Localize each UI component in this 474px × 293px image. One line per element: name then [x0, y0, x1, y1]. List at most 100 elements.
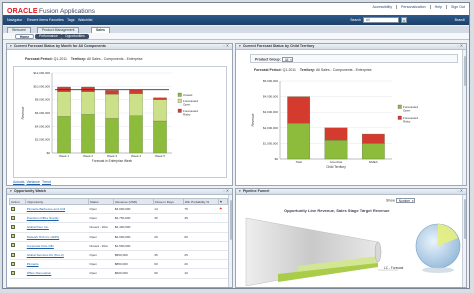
- action-icon[interactable]: [10, 224, 15, 229]
- bar-forecasted-risky[interactable]: [105, 90, 119, 95]
- panel-menu-icon[interactable]: ▫ ✕: [223, 189, 229, 195]
- collapse-icon[interactable]: ▾: [10, 44, 12, 48]
- favorites-menu[interactable]: Favorites: [49, 18, 64, 22]
- sign-out-link[interactable]: Sign Out: [451, 5, 465, 9]
- recent-items-menu[interactable]: Recent Items: [27, 18, 48, 22]
- accessibility-link[interactable]: Accessibility: [372, 5, 392, 9]
- collapse-icon[interactable]: ▾: [10, 189, 12, 193]
- opportunity-name-link-wrap[interactable]: Precision Office Supply: [25, 213, 89, 224]
- action-icon[interactable]: [10, 261, 15, 266]
- bar-forecasted-open[interactable]: [287, 122, 311, 160]
- table-row[interactable]: Network Hub Inc (AMS) Open $2,000,000 20 60: [9, 232, 228, 242]
- opportunity-name-link[interactable]: Global Services Kit (Tier-2): [27, 253, 64, 257]
- opportunity-name-link[interactable]: Network Hub Inc (AMS): [27, 235, 60, 239]
- action-icon[interactable]: [10, 270, 15, 275]
- panel-scrollbar[interactable]: [228, 195, 232, 287]
- opportunity-name-link-wrap[interactable]: Global Services Kit (Tier-2): [25, 250, 89, 261]
- navigator-menu[interactable]: Navigator: [7, 18, 22, 22]
- action-icon[interactable]: [10, 234, 15, 239]
- opportunity-name-link-wrap[interactable]: Pinnacle Barbecue and Grill: [25, 204, 89, 215]
- show-select[interactable]: Number: [395, 198, 416, 203]
- scrollbar-thumb[interactable]: [463, 56, 466, 86]
- collapse-icon[interactable]: ▾: [239, 44, 241, 48]
- panel-scrollbar[interactable]: [462, 195, 466, 287]
- opportunity-name-link-wrap[interactable]: Office Renovation: [25, 268, 89, 279]
- win-probability-cell-wrap: 75: [183, 204, 219, 215]
- table-row[interactable]: Pinnacle Open $850,000 60 20: [9, 259, 228, 270]
- opportunity-name-link-wrap[interactable]: Corporate Kick-Offs: [25, 241, 89, 251]
- table-row[interactable]: Global Peer Inc. Closed - Won $2,400,000: [9, 222, 228, 233]
- search-icon[interactable]: ⌕: [401, 17, 407, 23]
- panel-title: ▾ Pipeline Funnel: [236, 189, 466, 195]
- table-row[interactable]: Precision Office Supply Open $2,750,000 30 4…: [9, 213, 228, 224]
- forecast-month-chart: $12,000,000 $10,000,000 $8,000,000 $6,000,0…: [13, 66, 227, 178]
- win-probability-cell-wrap: 45: [183, 213, 219, 224]
- table-row[interactable]: Pinnacle Barbecue and Grill Open $3,000,00…: [9, 204, 228, 215]
- opportunity-name-link[interactable]: Corporate Kick-Offs: [27, 244, 54, 248]
- bar-forecasted-risky[interactable]: [361, 133, 385, 144]
- table-row[interactable]: Global Services Kit (Tier-2) Open $950,000…: [9, 250, 228, 261]
- status-cell-wrap: Open: [88, 250, 114, 261]
- opportunity-name-link[interactable]: Pinnacle: [27, 262, 39, 266]
- bar-closed[interactable]: [81, 114, 95, 154]
- opportunity-name-link-wrap[interactable]: Network Hub Inc (AMS): [25, 232, 89, 242]
- status-cell: Open: [89, 234, 97, 239]
- revenue-cell: $2,750,000: [114, 216, 131, 221]
- opportunity-name-link[interactable]: Office Renovation: [27, 271, 52, 275]
- bar-forecasted-open[interactable]: [81, 91, 95, 115]
- opportunity-name-link[interactable]: Pinnacle Barbecue and Grill: [27, 207, 65, 211]
- opportunity-name-link-wrap[interactable]: Global Peer Inc.: [25, 222, 89, 233]
- collapse-icon[interactable]: ▾: [239, 189, 241, 193]
- header-separator: [396, 5, 398, 9]
- panel-menu-icon[interactable]: ▫ ✕: [223, 44, 229, 50]
- bar-closed[interactable]: [129, 115, 143, 154]
- scrollbar-thumb[interactable]: [463, 199, 466, 239]
- tab-opportunities[interactable]: Opportunities: [61, 34, 89, 39]
- bar-forecasted-risky[interactable]: [324, 127, 348, 141]
- bar-forecasted-open[interactable]: [361, 143, 385, 160]
- table-row[interactable]: Corporate Kick-Offs Closed - Won $1,500,00…: [9, 241, 228, 251]
- bar-forecasted-risky[interactable]: [129, 89, 143, 94]
- opportunity-name-link-wrap[interactable]: Pinnacle: [25, 259, 89, 270]
- panel-menu-icon[interactable]: ▫ ✕: [457, 44, 463, 50]
- bar-forecasted-open[interactable]: [153, 99, 167, 122]
- user-menu[interactable]: Brandi: [455, 18, 465, 22]
- actuals-link[interactable]: Actuals: [13, 180, 24, 184]
- bar-forecasted-risky[interactable]: [153, 97, 167, 100]
- action-icon[interactable]: [10, 252, 15, 257]
- bar-closed[interactable]: [105, 118, 119, 154]
- scrollbar-thumb[interactable]: [229, 200, 232, 240]
- variance-link[interactable]: Variance: [26, 180, 40, 184]
- opportunity-name-link[interactable]: Global Peer Inc.: [27, 225, 49, 229]
- action-icon[interactable]: [10, 215, 15, 220]
- x-tick-label: Week 2: [83, 154, 93, 158]
- bar-forecasted-open[interactable]: [57, 91, 71, 117]
- tags-menu[interactable]: Tags: [67, 18, 75, 22]
- action-icon[interactable]: [10, 206, 15, 211]
- watchlist-menu[interactable]: Watchlist: [78, 18, 92, 22]
- tab-performance[interactable]: Performance: [35, 34, 62, 39]
- action-icon[interactable]: [10, 243, 15, 248]
- trend-link[interactable]: Trend: [42, 180, 51, 184]
- table-row[interactable]: Office Renovation Open $600,000 90 10: [9, 268, 228, 279]
- personalization-link[interactable]: Personalization: [401, 5, 426, 9]
- search-input[interactable]: All: [363, 17, 399, 23]
- status-cell-wrap: Open: [88, 259, 114, 270]
- panel-menu-icon[interactable]: ▫ ✕: [457, 189, 463, 195]
- opportunity-watch-panel: ▾ Opportunity Watch ▫ ✕ Action Opportunit…: [6, 188, 233, 288]
- opportunity-name-link[interactable]: Precision Office Supply: [27, 216, 59, 220]
- bar-forecasted-open[interactable]: [324, 140, 348, 160]
- bar-forecasted-risky[interactable]: [287, 96, 311, 124]
- bar-forecasted-open[interactable]: [129, 93, 143, 116]
- bar-closed[interactable]: [57, 116, 71, 154]
- panel-scrollbar[interactable]: [462, 50, 466, 185]
- tab-home[interactable]: Home: [15, 34, 35, 39]
- y-tick-label: $12,000,000: [33, 71, 50, 75]
- bar-forecasted-open[interactable]: [105, 94, 119, 119]
- help-link[interactable]: Help: [435, 5, 442, 9]
- close-days-cell: 60: [154, 262, 158, 267]
- legend-swatch: [397, 115, 402, 120]
- forecast-month-svg: $12,000,000 $10,000,000 $8,000,000 $6,000,0…: [21, 71, 198, 163]
- product-group-select[interactable]: All: [281, 57, 294, 62]
- bar-closed[interactable]: [153, 120, 167, 154]
